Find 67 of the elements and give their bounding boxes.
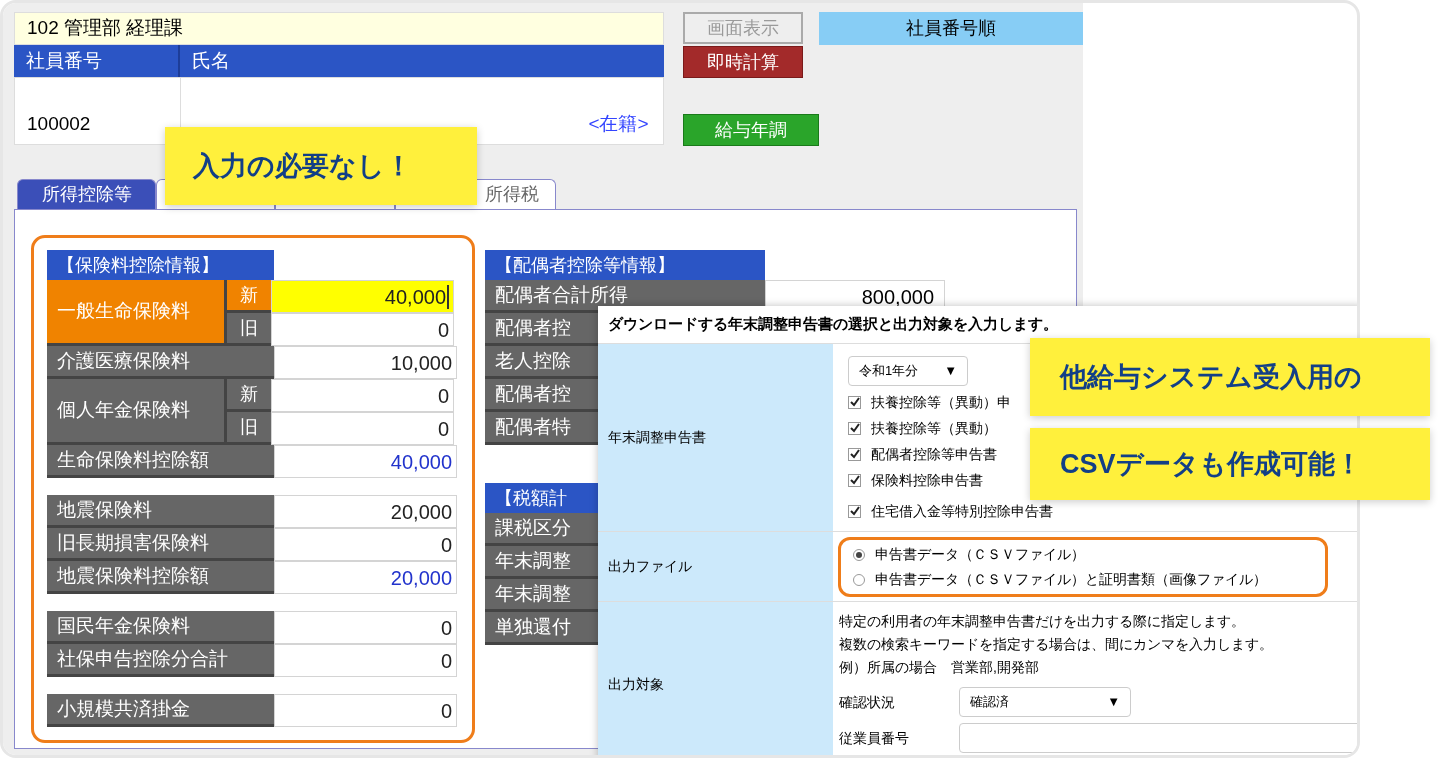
- status-select[interactable]: 確認済 ▼: [959, 687, 1131, 717]
- form-label: 出力対象: [598, 602, 833, 755]
- column-header: 氏名: [191, 48, 231, 73]
- row-label: 地震保険料控除額: [47, 561, 274, 594]
- value-field[interactable]: 0: [271, 313, 454, 346]
- field-label: 確認状況: [839, 692, 896, 712]
- form-label: 出力ファイル: [598, 532, 833, 601]
- check-icon: [849, 423, 860, 433]
- sub-label: 旧: [227, 412, 271, 445]
- value-field[interactable]: 0: [274, 528, 457, 561]
- value-field[interactable]: 20,000: [274, 495, 457, 528]
- employee-number-field[interactable]: [959, 723, 1357, 753]
- action-button[interactable]: 即時計算: [682, 46, 803, 78]
- row-label: 個人年金保険料: [47, 379, 227, 445]
- check-icon: [849, 397, 860, 407]
- value-field[interactable]: 0: [271, 379, 454, 412]
- value-field[interactable]: 0: [274, 644, 457, 677]
- department-label: 102 管理部 経理課: [14, 12, 664, 45]
- check-icon: [849, 449, 860, 459]
- value-field[interactable]: 40,000: [274, 445, 457, 478]
- checkbox-label: 住宅借入金等特別控除申告書: [871, 502, 1053, 521]
- section-header: 【配偶者控除等情報】: [485, 250, 765, 280]
- status-label: <在籍>: [588, 111, 649, 136]
- checkbox-label: 保険料控除申告書: [871, 471, 983, 490]
- row-label: 介護医療保険料: [47, 346, 274, 379]
- callout-tooltip: 入力の必要なし！: [165, 127, 477, 205]
- row-label: 一般生命保険料: [47, 280, 227, 346]
- value-field[interactable]: 40,000: [271, 280, 454, 313]
- checkbox-label: 扶養控除等（異動）: [871, 419, 997, 438]
- row-label: 生命保険料控除額: [47, 445, 274, 478]
- radio-button[interactable]: [853, 548, 865, 561]
- checkbox-label: 配偶者控除等申告書: [871, 445, 997, 464]
- checkbox[interactable]: [848, 473, 861, 487]
- help-text: 特定の利用者の年末調整申告書だけを出力する際に指定します。: [839, 612, 1246, 631]
- help-text: 例）所属の場合 営業部,開発部: [839, 658, 1040, 677]
- checkbox[interactable]: [848, 395, 861, 409]
- check-icon: [849, 475, 860, 485]
- sub-label: 新: [227, 280, 271, 313]
- check-icon: [849, 506, 860, 516]
- field-label: 従業員番号: [839, 728, 910, 748]
- radio-button[interactable]: [853, 573, 865, 586]
- row-label: 旧長期損害保険料: [47, 528, 274, 561]
- sub-label: 旧: [227, 313, 271, 346]
- sort-order-bar[interactable]: 社員番号順: [818, 12, 1083, 45]
- section-header: 【保険料控除情報】: [47, 250, 274, 280]
- row-label: 小規模共済掛金: [47, 694, 274, 727]
- help-text: 複数の検索キーワードを指定する場合は、間にカンマを入力します。: [839, 635, 1274, 654]
- form-label: 年末調整申告書: [598, 344, 833, 531]
- checkbox[interactable]: [848, 504, 861, 518]
- radio-label: 申告書データ（ＣＳＶファイル）と証明書類（画像ファイル）: [875, 570, 1267, 589]
- checkbox[interactable]: [848, 447, 861, 461]
- sub-label: 新: [227, 379, 271, 412]
- row-label: 地震保険料: [47, 495, 274, 528]
- callout-tooltip: 他給与システム受入用の: [1030, 338, 1430, 416]
- tab[interactable]: 所得控除等: [17, 179, 156, 209]
- callout-tooltip: CSVデータも作成可能！: [1030, 428, 1430, 500]
- checkbox-label: 扶養控除等（異動）申: [871, 393, 1011, 412]
- value-field[interactable]: 0: [274, 611, 457, 644]
- value-field[interactable]: 0: [274, 694, 457, 727]
- year-select[interactable]: 令和1年分 ▼: [848, 356, 968, 386]
- row-label: 国民年金保険料: [47, 611, 274, 644]
- row-label: 社保申告控除分合計: [47, 644, 274, 677]
- value-field[interactable]: 0: [271, 412, 454, 445]
- value-field[interactable]: 10,000: [274, 346, 457, 379]
- checkbox[interactable]: [848, 421, 861, 435]
- value-field[interactable]: 20,000: [274, 561, 457, 594]
- radio-label: 申告書データ（ＣＳＶファイル）: [875, 545, 1085, 564]
